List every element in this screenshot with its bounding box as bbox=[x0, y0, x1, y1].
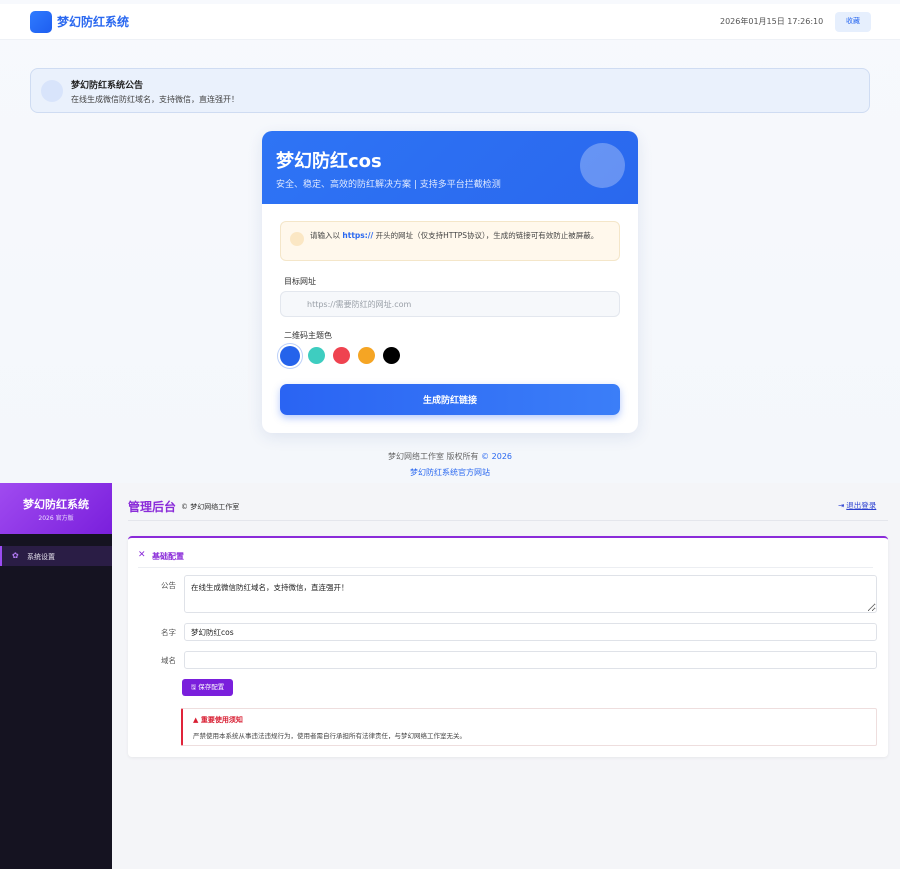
basic-config-panel: ✕ 基础配置 公告 在线生成微信防红域名，支持微信，直连强开！ 名字 域名 🖫 … bbox=[128, 536, 888, 757]
target-url-label: 目标网址 bbox=[284, 277, 316, 286]
color-swatch-3[interactable] bbox=[358, 347, 375, 364]
warning-text: 严禁使用本系统从事违法违规行为，使用者需自行承担所有法律责任，与梦幻网络工作室无… bbox=[193, 732, 466, 740]
save-config-button[interactable]: 🖫 保存配置 bbox=[182, 679, 233, 696]
sidebar-header: 梦幻防红系统 2026 官方版 bbox=[0, 483, 112, 534]
qr-color-label: 二维码主题色 bbox=[284, 331, 332, 340]
top-navbar: 梦幻防红系统 2026年01月15日 17:26:10 收藏 bbox=[0, 4, 900, 40]
name-field-label: 名字 bbox=[161, 628, 176, 637]
favorite-button[interactable]: 收藏 bbox=[835, 12, 871, 32]
footer-year: © 2026 bbox=[481, 452, 512, 461]
color-swatch-4[interactable] bbox=[383, 347, 400, 364]
usage-warning-box: ▲ 重要使用须知 严禁使用本系统从事违法违规行为，使用者需自行承担所有法律责任，… bbox=[181, 708, 877, 746]
sidebar-title: 梦幻防红系统 bbox=[23, 498, 89, 511]
target-url-input[interactable] bbox=[280, 291, 620, 317]
decorative-circle-icon bbox=[580, 143, 625, 188]
admin-copyright: © 梦幻网络工作室 bbox=[181, 503, 240, 511]
card-header: 梦幻防红cos 安全、稳定、高效的防红解决方案 | 支持多平台拦截检测 bbox=[262, 131, 638, 204]
color-swatch-group bbox=[280, 346, 400, 367]
color-swatch-0[interactable] bbox=[280, 346, 300, 366]
domain-input[interactable] bbox=[184, 651, 877, 669]
logout-link[interactable]: ⇥ 退出登录 bbox=[838, 500, 876, 511]
admin-sidebar: 梦幻防红系统 2026 官方版 ✿ 系统设置 bbox=[0, 483, 112, 869]
panel-divider bbox=[138, 567, 873, 568]
name-input[interactable] bbox=[184, 623, 877, 641]
sidebar-item-label: 系统设置 bbox=[27, 553, 55, 561]
current-datetime: 2026年01月15日 17:26:10 bbox=[720, 17, 824, 26]
info-icon bbox=[290, 232, 304, 246]
tip-text: 请输入以 https:// 开头的网址（仅支持HTTPS协议），生成的链接可有效… bbox=[310, 231, 599, 240]
announcement-banner: 梦幻防红系统公告 在线生成微信防红域名，支持微信，直连强开！ bbox=[30, 68, 870, 113]
generate-link-button[interactable]: 生成防红链接 bbox=[280, 384, 620, 415]
announcement-text: 在线生成微信防红域名，支持微信，直连强开！ bbox=[71, 95, 239, 104]
notice-field-label: 公告 bbox=[161, 581, 176, 590]
notice-textarea[interactable]: 在线生成微信防红域名，支持微信，直连强开！ bbox=[184, 575, 877, 613]
panel-title: 基础配置 bbox=[152, 552, 184, 561]
frontend-page: 梦幻防红系统 2026年01月15日 17:26:10 收藏 梦幻防红系统公告 … bbox=[0, 0, 900, 483]
domain-field-label: 域名 bbox=[161, 656, 176, 665]
sidebar-subtitle: 2026 官方版 bbox=[38, 515, 74, 522]
card-title: 梦幻防红cos bbox=[276, 151, 382, 172]
announcement-icon bbox=[41, 80, 63, 102]
sidebar-item-system-settings[interactable]: ✿ 系统设置 bbox=[0, 546, 112, 566]
admin-page: 梦幻防红系统 2026 官方版 ✿ 系统设置 管理后台 © 梦幻网络工作室 ⇥ 退… bbox=[0, 483, 900, 869]
warning-title: ▲ 重要使用须知 bbox=[193, 716, 243, 724]
gear-icon: ✿ bbox=[12, 551, 19, 560]
footer-site-link[interactable]: 梦幻防红系统官方网站 bbox=[0, 467, 900, 478]
generator-card: 梦幻防红cos 安全、稳定、高效的防红解决方案 | 支持多平台拦截检测 请输入以… bbox=[262, 131, 638, 433]
footer-copyright: 梦幻网络工作室 版权所有 © 2026 bbox=[388, 452, 512, 461]
warning-icon: ▲ bbox=[193, 716, 201, 724]
admin-title: 管理后台 bbox=[128, 500, 177, 514]
tip-highlight: https:// bbox=[342, 231, 374, 240]
card-subtitle: 安全、稳定、高效的防红解决方案 | 支持多平台拦截检测 bbox=[276, 180, 501, 190]
logo-icon bbox=[30, 11, 52, 33]
header-divider bbox=[128, 520, 888, 521]
tools-icon: ✕ bbox=[138, 550, 146, 560]
announcement-title: 梦幻防红系统公告 bbox=[71, 81, 144, 91]
sign-out-icon: ⇥ bbox=[838, 501, 845, 510]
https-tip: 请输入以 https:// 开头的网址（仅支持HTTPS协议），生成的链接可有效… bbox=[280, 221, 620, 261]
color-swatch-2[interactable] bbox=[333, 347, 350, 364]
brand-title[interactable]: 梦幻防红系统 bbox=[57, 13, 129, 30]
color-swatch-1[interactable] bbox=[308, 347, 325, 364]
